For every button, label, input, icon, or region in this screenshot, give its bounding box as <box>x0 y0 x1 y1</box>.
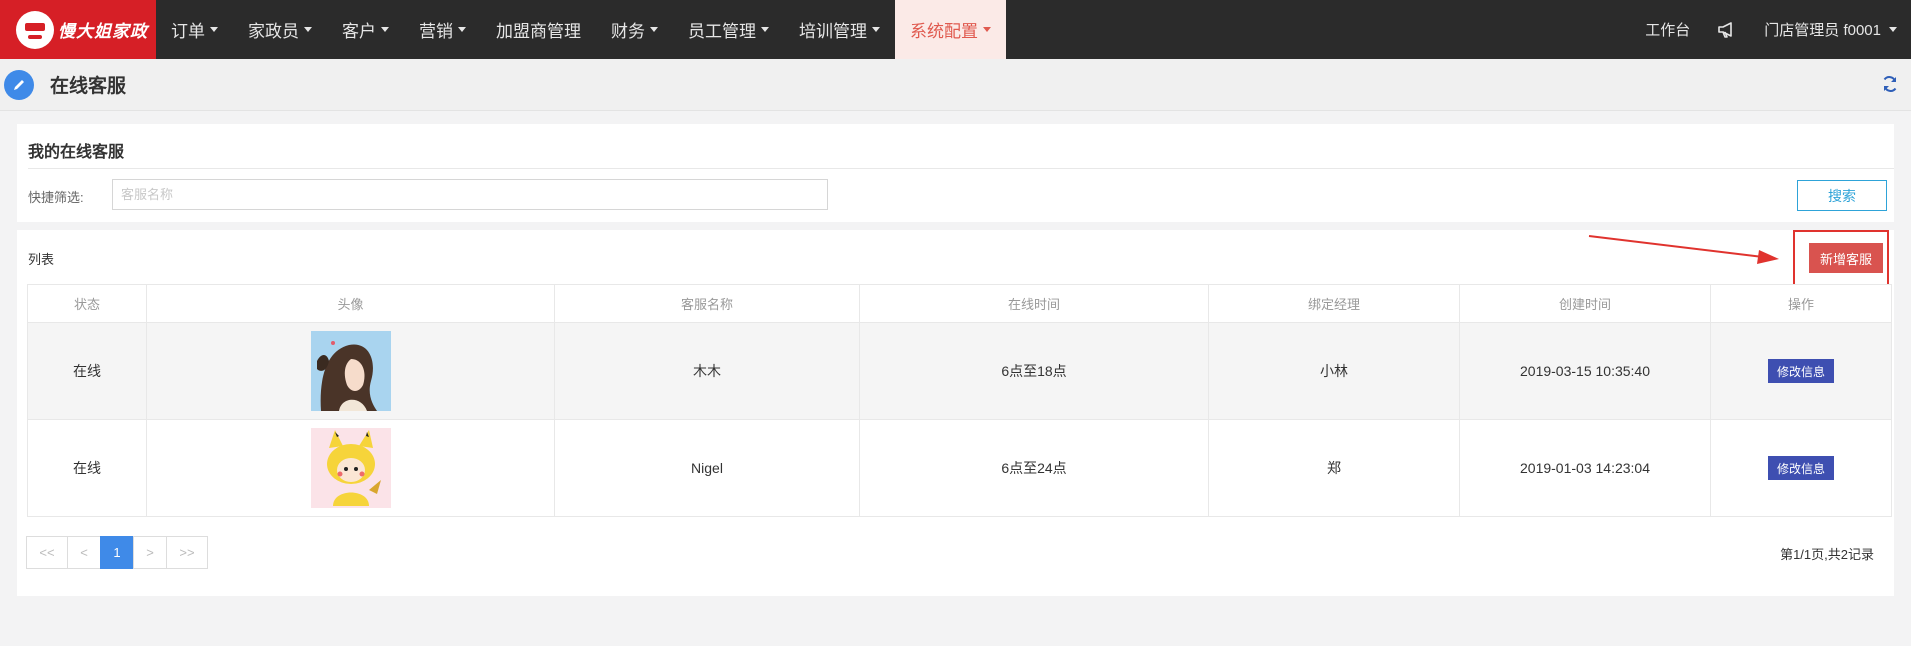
column-header-actions: 操作 <box>1710 284 1892 323</box>
caret-down-icon <box>1889 27 1897 32</box>
panel-title: 我的在线客服 <box>28 144 125 161</box>
next-page-button[interactable]: > <box>133 536 167 569</box>
nav-item-staff[interactable]: 员工管理 <box>673 0 784 59</box>
caret-down-icon <box>983 27 991 32</box>
avatar-anime-girl-icon <box>310 331 391 411</box>
filter-panel: 我的在线客服 快捷筛选: 搜索 <box>17 124 1894 222</box>
action-cell: 修改信息 <box>1710 419 1892 517</box>
list-panel: 列表 新增客服 状态 头像 客服名称 在线时间 绑定经理 创建时间 操作 在线 <box>17 230 1894 596</box>
pagination: << < 1 > >> <box>26 536 208 569</box>
brand-name: 慢大姐家政 <box>58 22 148 42</box>
user-menu[interactable]: 门店管理员 f0001 <box>1750 19 1911 40</box>
annotation-arrow-icon <box>1588 235 1779 264</box>
agent-name-cell: 木木 <box>554 322 860 420</box>
table-row: 在线 木木 6点至18点 小林 2019-03-15 10:35:40 修改信息 <box>27 322 1892 420</box>
filter-label: 快捷筛选: <box>28 190 84 205</box>
created-time-cell: 2019-03-15 10:35:40 <box>1459 322 1711 420</box>
refresh-icon[interactable] <box>1881 75 1899 93</box>
first-page-button[interactable]: << <box>26 536 68 569</box>
caret-down-icon <box>650 27 658 32</box>
user-name: 门店管理员 f0001 <box>1764 22 1881 39</box>
nav-item-orders[interactable]: 订单 <box>156 0 233 59</box>
online-time-cell: 6点至24点 <box>859 419 1209 517</box>
caret-down-icon <box>210 27 218 32</box>
nav-item-franchise[interactable]: 加盟商管理 <box>481 0 596 59</box>
list-label: 列表 <box>28 252 55 267</box>
brand-logo[interactable]: 慢大姐家政 <box>0 0 156 59</box>
nav-item-label: 加盟商管理 <box>496 22 581 41</box>
column-header-avatar: 头像 <box>146 284 555 323</box>
nav-item-label: 系统配置 <box>910 22 978 41</box>
edit-info-button[interactable]: 修改信息 <box>1768 456 1834 480</box>
column-header-created: 创建时间 <box>1459 284 1711 323</box>
divider <box>28 168 1894 169</box>
search-button[interactable]: 搜索 <box>1797 180 1887 211</box>
main-menu: 订单 家政员 客户 营销 加盟商管理 财务 员工管理 培训管理 系统配置 <box>156 0 1006 59</box>
nav-item-housekeepers[interactable]: 家政员 <box>233 0 327 59</box>
page-header: 在线客服 <box>0 59 1911 111</box>
nav-item-system-config[interactable]: 系统配置 <box>895 0 1006 59</box>
agent-table: 状态 头像 客服名称 在线时间 绑定经理 创建时间 操作 在线 木木 6点至18… <box>27 284 1892 517</box>
status-cell: 在线 <box>27 419 147 517</box>
table-header-row: 状态 头像 客服名称 在线时间 绑定经理 创建时间 操作 <box>27 284 1892 323</box>
column-header-name: 客服名称 <box>554 284 860 323</box>
last-page-button[interactable]: >> <box>166 536 208 569</box>
nav-item-label: 客户 <box>342 22 376 41</box>
caret-down-icon <box>381 27 389 32</box>
nav-item-training[interactable]: 培训管理 <box>784 0 895 59</box>
agent-name-cell: Nigel <box>554 419 860 517</box>
nav-item-marketing[interactable]: 营销 <box>404 0 481 59</box>
pencil-icon <box>4 69 34 100</box>
agent-name-search-input[interactable] <box>112 179 828 210</box>
action-cell: 修改信息 <box>1710 322 1892 420</box>
caret-down-icon <box>458 27 466 32</box>
status-cell: 在线 <box>27 322 147 420</box>
add-agent-button[interactable]: 新增客服 <box>1809 243 1883 273</box>
page-title: 在线客服 <box>50 76 127 97</box>
workbench-link[interactable]: 工作台 <box>1631 19 1704 40</box>
column-header-status: 状态 <box>27 284 147 323</box>
nav-right-area: 工作台 门店管理员 f0001 <box>1631 0 1911 59</box>
online-time-cell: 6点至18点 <box>859 322 1209 420</box>
top-navbar: 慢大姐家政 订单 家政员 客户 营销 加盟商管理 财务 员工管理 培训管理 系统… <box>0 0 1911 59</box>
manager-cell: 小林 <box>1208 322 1460 420</box>
avatar-cell <box>146 419 555 517</box>
nav-item-finance[interactable]: 财务 <box>596 0 673 59</box>
column-header-manager: 绑定经理 <box>1208 284 1460 323</box>
nav-item-label: 订单 <box>171 22 205 41</box>
created-time-cell: 2019-01-03 14:23:04 <box>1459 419 1711 517</box>
manager-cell: 郑 <box>1208 419 1460 517</box>
avatar-pikachu-kid-icon <box>310 428 391 508</box>
page-info: 第1/1页,共2记录 <box>1780 547 1874 562</box>
nav-item-label: 财务 <box>611 22 645 41</box>
nav-item-label: 营销 <box>419 22 453 41</box>
megaphone-icon[interactable] <box>1704 21 1750 38</box>
nav-item-label: 家政员 <box>248 22 299 41</box>
caret-down-icon <box>304 27 312 32</box>
prev-page-button[interactable]: < <box>67 536 101 569</box>
edit-info-button[interactable]: 修改信息 <box>1768 359 1834 383</box>
nav-item-label: 员工管理 <box>688 22 756 41</box>
caret-down-icon <box>872 27 880 32</box>
column-header-online-time: 在线时间 <box>859 284 1209 323</box>
table-row: 在线 Nigel 6点至24点 郑 2019-01-03 14:23:04 修改… <box>27 419 1892 517</box>
nav-item-customers[interactable]: 客户 <box>327 0 404 59</box>
nav-item-label: 培训管理 <box>799 22 867 41</box>
caret-down-icon <box>761 27 769 32</box>
current-page-button[interactable]: 1 <box>100 536 134 569</box>
logo-face-icon <box>16 10 54 49</box>
avatar-cell <box>146 322 555 420</box>
